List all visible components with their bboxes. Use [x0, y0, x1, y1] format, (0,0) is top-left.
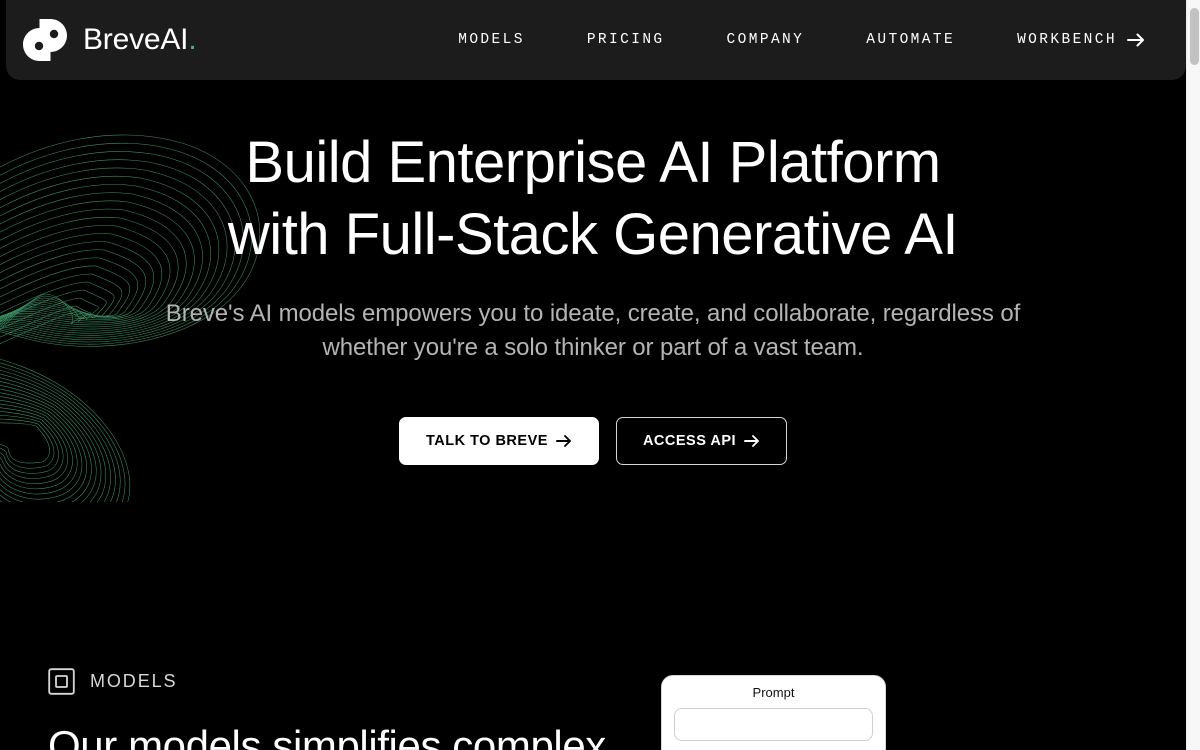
access-api-label: ACCESS API — [642, 432, 737, 449]
nested-square-icon — [48, 668, 75, 695]
brand-name: BreveAI. — [83, 23, 197, 56]
arrow-right-icon — [555, 435, 571, 447]
prompt-card-title: Prompt — [752, 685, 795, 700]
arrow-right-icon — [744, 435, 759, 447]
vertical-scrollbar[interactable] — [1186, 0, 1200, 750]
headline-line-1: Build Enterprise AI Platform — [245, 130, 941, 195]
talk-to-breve-label: TALK TO BREVE — [425, 432, 548, 449]
page-root: Build Enterprise AI Platform with Full-S… — [0, 0, 1200, 750]
models-section: MODELS Our models simplifies complex — [0, 660, 1186, 750]
scrollbar-thumb[interactable] — [1190, 8, 1199, 65]
arrow-right-icon — [1127, 33, 1144, 47]
hero-content: Build Enterprise AI Platform with Full-S… — [0, 80, 1186, 465]
access-api-button[interactable]: ACCESS API — [615, 416, 788, 465]
models-eyebrow: MODELS — [48, 668, 177, 695]
subheading-line-1: Breve's AI models empowers you to ideate… — [165, 299, 1021, 327]
nav-item-company[interactable]: COMPANY — [696, 32, 836, 48]
hero-section: Build Enterprise AI Platform with Full-S… — [0, 80, 1186, 660]
main-nav: MODELS PRICING COMPANY AUTOMATE WORKBENC… — [427, 32, 1164, 48]
prompt-card: Prompt — [661, 675, 886, 750]
page-title: Build Enterprise AI Platform with Full-S… — [0, 127, 1186, 271]
nav-item-pricing[interactable]: PRICING — [556, 32, 696, 48]
nav-item-workbench[interactable]: WORKBENCH — [986, 32, 1164, 48]
hero-subheading: Breve's AI models empowers you to ideate… — [0, 297, 1186, 365]
brand-logo[interactable]: BreveAI. — [20, 15, 197, 65]
nav-item-models[interactable]: MODELS — [427, 32, 556, 48]
models-eyebrow-label: MODELS — [90, 671, 178, 691]
subheading-line-2: whether you're a solo thinker or part of… — [322, 333, 864, 361]
hero-button-row: TALK TO BREVE ACCESS API — [0, 416, 1186, 465]
nav-item-workbench-label: WORKBENCH — [1017, 32, 1117, 48]
site-header: BreveAI. MODELS PRICING COMPANY AUTOMATE… — [6, 0, 1186, 80]
prompt-input[interactable] — [674, 707, 873, 741]
headline-line-2: with Full-Stack Generative AI — [227, 201, 959, 267]
talk-to-breve-button[interactable]: TALK TO BREVE — [398, 416, 599, 465]
breve-logo-mark-icon — [23, 19, 67, 61]
models-section-headline: Our models simplifies complex — [48, 722, 606, 750]
nav-item-automate[interactable]: AUTOMATE — [835, 32, 986, 48]
brand-accent-dot: . — [188, 23, 197, 56]
brand-name-text: BreveAI — [83, 23, 189, 56]
